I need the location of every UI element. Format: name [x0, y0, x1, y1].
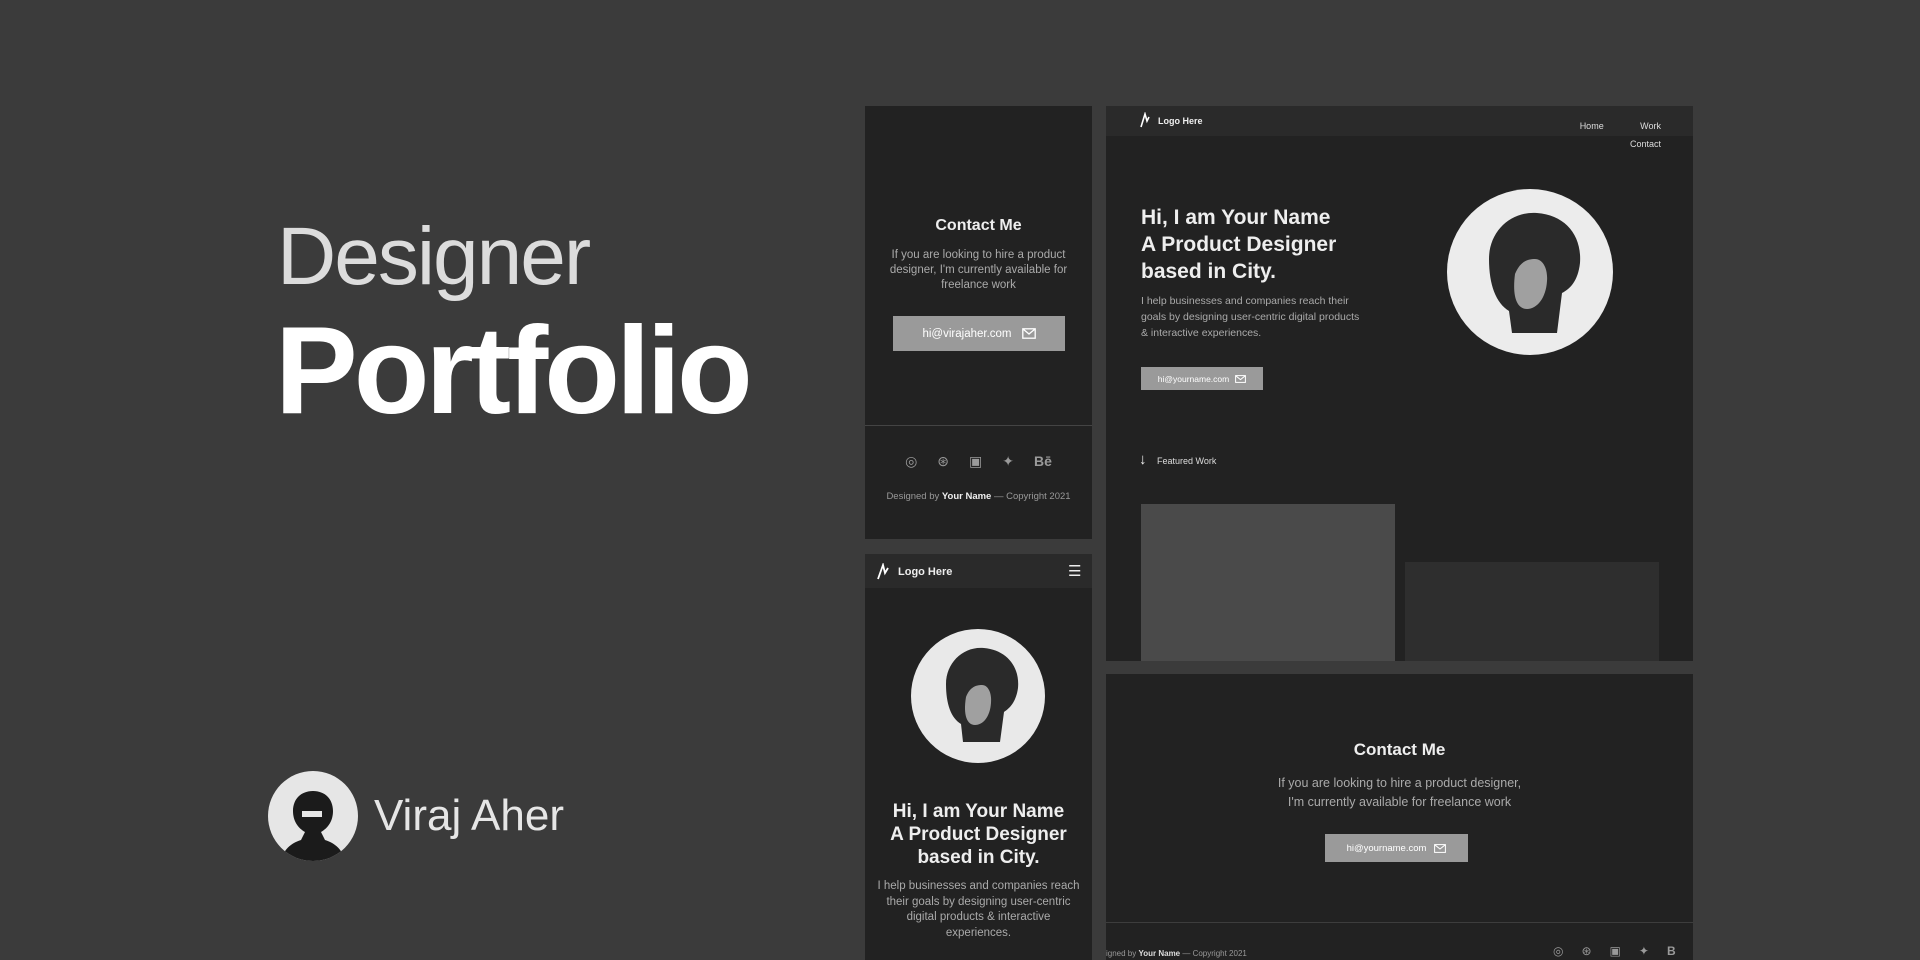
desktop-footer: igned by Your Name — Copyright 2021	[1106, 949, 1247, 958]
mobile-home-panel: Logo Here ☰ Hi, I am Your Name A Product…	[865, 554, 1092, 960]
logo-text[interactable]: Logo Here	[898, 566, 952, 578]
arrow-down-icon: ↓	[1139, 451, 1147, 468]
featured-work-label: Featured Work	[1157, 456, 1217, 466]
social-links: ◎ ⊛ ▣ ✦ B	[1553, 944, 1676, 958]
hero-title-designer: Designer	[277, 211, 591, 302]
twitter-icon[interactable]: ✦	[1639, 944, 1649, 958]
footer-suffix: — Copyright 2021	[1182, 949, 1247, 958]
contact-body: If you are looking to hire a product des…	[889, 249, 1068, 291]
contact-body-line2: I'm currently available for freelance wo…	[1287, 795, 1512, 809]
desktop-home-panel: Logo Here Home Work Contact Hi, I am You…	[1106, 106, 1693, 661]
desktop-heading: Hi, I am Your Name A Product Designer ba…	[1141, 204, 1336, 285]
desktop-contact-panel: Contact Me If you are looking to hire a …	[1106, 674, 1693, 960]
dribbble-icon[interactable]: ⊛	[1581, 944, 1591, 958]
author-name: Viraj Aher	[374, 791, 564, 840]
mobile-body: I help businesses and companies reach th…	[877, 880, 1080, 939]
profile-photo	[911, 629, 1045, 763]
contact-body-line1: If you are looking to hire a product des…	[1277, 776, 1522, 790]
mail-icon	[1434, 843, 1447, 853]
footer-prefix: igned by	[1106, 949, 1137, 958]
mail-icon	[1021, 328, 1036, 339]
heading-line1: Hi, I am Your Name	[892, 801, 1065, 822]
email-label: hi@yourname.com	[1346, 842, 1427, 854]
logo-text[interactable]: Logo Here	[1158, 116, 1203, 126]
mail-icon	[1235, 374, 1247, 383]
divider	[865, 425, 1092, 426]
nav-work[interactable]: Work	[1640, 121, 1661, 131]
mobile-heading: Hi, I am Your Name A Product Designer ba…	[865, 800, 1092, 869]
footer-suffix: — Copyright 2021	[993, 491, 1071, 502]
email-button[interactable]: hi@yourname.com	[1325, 834, 1468, 862]
hamburger-menu-icon[interactable]: ☰	[1068, 562, 1081, 580]
footer-name: Your Name	[941, 491, 992, 502]
featured-work-card[interactable]	[1405, 562, 1659, 661]
contact-heading: Contact Me	[1353, 740, 1446, 759]
heading-line2: A Product Designer	[890, 824, 1067, 845]
hero-title-portfolio: Portfolio	[275, 302, 753, 440]
logo-icon	[877, 563, 889, 580]
heading-line3: based in City.	[917, 847, 1040, 868]
contact-body: If you are looking to hire a product des…	[1106, 774, 1693, 812]
logo-icon	[1140, 112, 1150, 128]
email-label: hi@virajaher.com	[922, 327, 1012, 340]
heading-line1: Hi, I am Your Name	[1141, 206, 1331, 229]
mobile-footer: Designed by Your Name — Copyright 2021	[865, 491, 1092, 502]
profile-photo	[1447, 189, 1613, 355]
desktop-body: I help businesses and companies reach th…	[1141, 295, 1360, 339]
bearded-man-icon	[281, 791, 345, 861]
linkedin-icon[interactable]: ▣	[969, 453, 982, 470]
whatsapp-icon[interactable]: ◎	[905, 453, 917, 470]
contact-heading: Contact Me	[935, 217, 1022, 234]
email-button[interactable]: hi@virajaher.com	[893, 316, 1065, 351]
author-block: Viraj Aher	[268, 771, 564, 861]
heading-line3: based in City.	[1141, 260, 1276, 283]
portrait-icon	[946, 647, 1019, 742]
linkedin-icon[interactable]: ▣	[1610, 944, 1621, 958]
whatsapp-icon[interactable]: ◎	[1553, 944, 1563, 958]
mobile-contact-panel: Contact Me If you are looking to hire a …	[865, 106, 1092, 539]
portrait-icon	[1489, 212, 1581, 333]
email-button[interactable]: hi@yourname.com	[1141, 367, 1263, 390]
heading-line2: A Product Designer	[1141, 233, 1337, 256]
divider	[1106, 922, 1693, 923]
nav-home[interactable]: Home	[1580, 121, 1604, 131]
nav-contact[interactable]: Contact	[1630, 139, 1661, 149]
social-links: ◎ ⊛ ▣ ✦ Bē	[865, 453, 1092, 470]
featured-work-card[interactable]	[1141, 504, 1395, 661]
twitter-icon[interactable]: ✦	[1002, 453, 1014, 470]
footer-name: Your Name	[1138, 949, 1181, 958]
behance-icon[interactable]: Bē	[1034, 453, 1052, 470]
email-label: hi@yourname.com	[1157, 373, 1230, 384]
behance-icon[interactable]: B	[1667, 944, 1676, 958]
footer-prefix: Designed by	[886, 491, 940, 502]
dribbble-icon[interactable]: ⊛	[937, 453, 949, 470]
desktop-nav: Home Work Contact	[1491, 116, 1661, 152]
author-avatar	[268, 771, 358, 861]
